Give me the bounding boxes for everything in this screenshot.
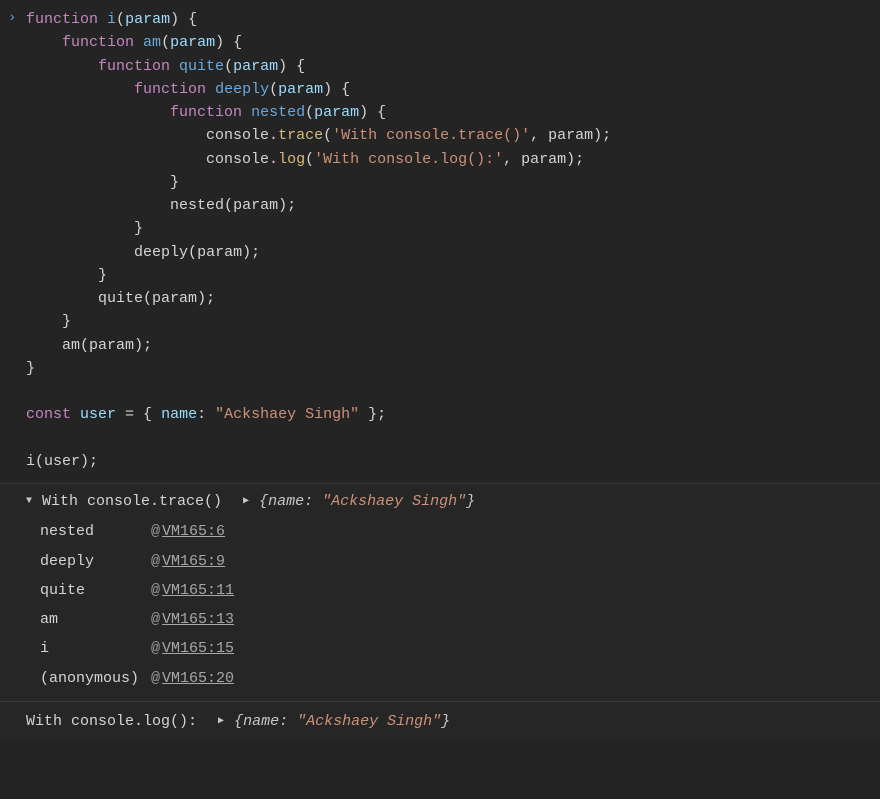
- code-block: function i(param) { function am(param) {…: [26, 8, 870, 473]
- console-log-entry: With console.log(): ▶ {name: "Ackshaey S…: [0, 702, 880, 741]
- trace-object-preview[interactable]: {name: "Ackshaey Singh"}: [259, 490, 475, 513]
- stack-frame-source-link[interactable]: VM165:6: [162, 523, 225, 540]
- stack-frame-at: @: [151, 517, 162, 546]
- stack-trace-table: nested@VM165:6deeply@VM165:9quite@VM165:…: [40, 517, 246, 693]
- stack-frame-at: @: [151, 664, 162, 693]
- stack-frame-row: (anonymous)@VM165:20: [40, 664, 246, 693]
- trace-header[interactable]: ▼ With console.trace() ▶ {name: "Ackshae…: [26, 490, 870, 513]
- expand-trace-icon[interactable]: ▼: [26, 494, 36, 510]
- console-trace-entry: ▼ With console.trace() ▶ {name: "Ackshae…: [0, 484, 880, 702]
- stack-frame-at: @: [151, 634, 162, 663]
- expand-object-icon[interactable]: ▶: [218, 714, 228, 730]
- stack-frame-row: am@VM165:13: [40, 605, 246, 634]
- stack-frame-at: @: [151, 547, 162, 576]
- console-input-entry[interactable]: › function i(param) { function am(param)…: [0, 0, 880, 484]
- expand-object-icon[interactable]: ▶: [243, 494, 253, 510]
- stack-frame-function: i: [40, 634, 151, 663]
- stack-frame-source-link[interactable]: VM165:20: [162, 670, 234, 687]
- stack-frame-function: nested: [40, 517, 151, 546]
- stack-frame-source-link[interactable]: VM165:15: [162, 640, 234, 657]
- stack-frame-function: deeply: [40, 547, 151, 576]
- trace-message: With console.trace(): [42, 490, 222, 513]
- stack-frame-row: i@VM165:15: [40, 634, 246, 663]
- stack-frame-row: quite@VM165:11: [40, 576, 246, 605]
- stack-frame-source-link[interactable]: VM165:11: [162, 582, 234, 599]
- stack-frame-row: deeply@VM165:9: [40, 547, 246, 576]
- stack-frame-at: @: [151, 576, 162, 605]
- devtools-console: › function i(param) { function am(param)…: [0, 0, 880, 741]
- prompt-chevron-icon: ›: [8, 8, 16, 30]
- stack-frame-function: am: [40, 605, 151, 634]
- stack-frame-function: quite: [40, 576, 151, 605]
- log-message: With console.log():: [26, 710, 197, 733]
- stack-frame-function: (anonymous): [40, 664, 151, 693]
- stack-frame-at: @: [151, 605, 162, 634]
- stack-frame-source-link[interactable]: VM165:9: [162, 553, 225, 570]
- stack-frame-row: nested@VM165:6: [40, 517, 246, 546]
- log-object-preview[interactable]: {name: "Ackshaey Singh"}: [234, 710, 450, 733]
- stack-frame-source-link[interactable]: VM165:13: [162, 611, 234, 628]
